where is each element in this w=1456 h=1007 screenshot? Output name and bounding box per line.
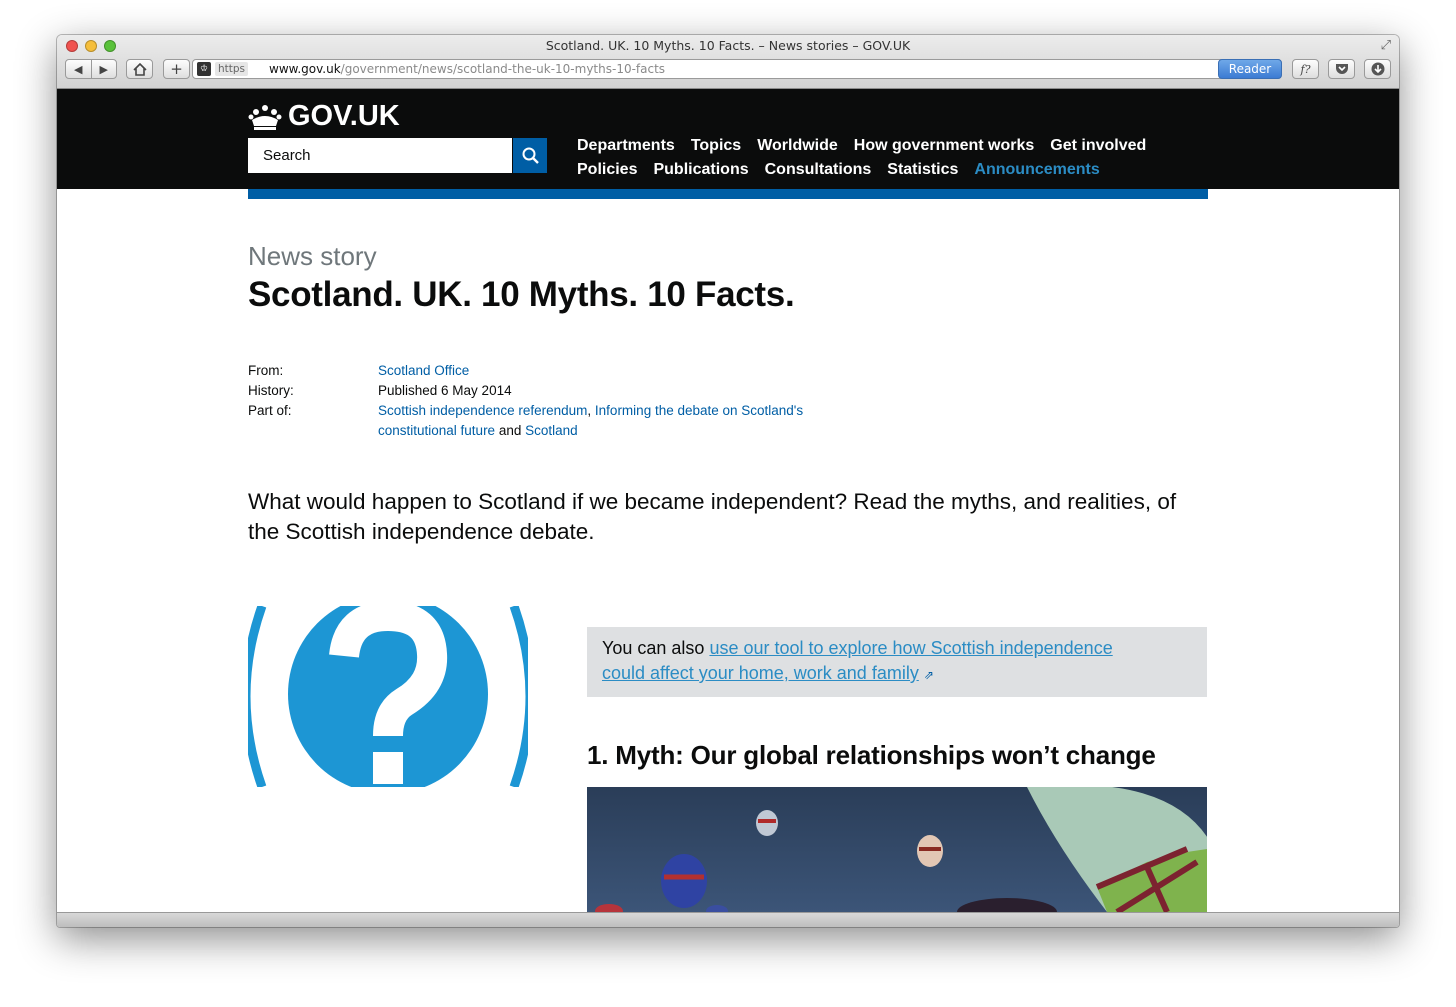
- plus-icon: +: [170, 60, 183, 78]
- hot-air-balloons-image: [587, 787, 1207, 912]
- download-icon: [1371, 62, 1384, 76]
- meta-part-of-row: Part of: Scottish independence referendu…: [248, 401, 828, 441]
- nav-policies[interactable]: Policies: [577, 158, 637, 182]
- part-of-link-debate-1[interactable]: Informing the debate on Scotland's: [595, 403, 803, 418]
- search-icon: [522, 147, 539, 164]
- address-bar[interactable]: ♔ https www.gov.uk/government/news/scotl…: [192, 59, 1282, 79]
- main-nav: Departments Topics Worldwide How governm…: [577, 134, 1146, 182]
- browser-chrome: Scotland. UK. 10 Myths. 10 Facts. – News…: [57, 35, 1399, 89]
- browser-status-bar: [57, 912, 1399, 927]
- fullscreen-icon[interactable]: ⤢: [1381, 38, 1391, 53]
- home-icon: [132, 62, 147, 76]
- back-forward-buttons: ◀ ▶: [65, 59, 117, 79]
- browser-window: Scotland. UK. 10 Myths. 10 Facts. – News…: [57, 35, 1399, 927]
- tool-link-line-2[interactable]: could affect your home, work and family: [602, 663, 919, 683]
- nav-announcements[interactable]: Announcements: [974, 158, 1099, 182]
- meta-from-label: From:: [248, 363, 284, 378]
- search-button[interactable]: [513, 138, 547, 173]
- window-title: Scotland. UK. 10 Myths. 10 Facts. – News…: [545, 38, 911, 53]
- separator: ,: [587, 403, 592, 418]
- meta-from-row: From: Scotland Office: [248, 361, 828, 381]
- download-button[interactable]: [1364, 59, 1391, 79]
- header-blue-bar: [248, 189, 1208, 199]
- nav-row-2: Policies Publications Consultations Stat…: [577, 158, 1146, 182]
- crown-icon: [248, 104, 282, 130]
- meta-history-value: Published 6 May 2014: [378, 383, 512, 398]
- nav-worldwide[interactable]: Worldwide: [757, 134, 838, 158]
- external-link-icon: ⇗: [923, 668, 934, 682]
- from-link[interactable]: Scotland Office: [378, 363, 469, 378]
- callout-box: You can also use our tool to explore how…: [587, 627, 1207, 697]
- and-text: and: [498, 423, 522, 438]
- meta-history-row: History: Published 6 May 2014: [248, 381, 828, 401]
- part-of-link-scotland[interactable]: Scotland: [525, 423, 578, 438]
- page-title: Scotland. UK. 10 Myths. 10 Facts.: [248, 275, 795, 314]
- meta-part-of-label: Part of:: [248, 403, 292, 418]
- url-text: www.gov.uk/government/news/scotland-the-…: [269, 60, 665, 78]
- nav-departments[interactable]: Departments: [577, 134, 675, 158]
- nav-get-involved[interactable]: Get involved: [1050, 134, 1146, 158]
- home-button[interactable]: [126, 59, 153, 79]
- part-of-link-referendum[interactable]: Scottish independence referendum: [378, 403, 587, 418]
- question-mark-icon: [248, 606, 528, 787]
- logo-text: GOV.UK: [288, 100, 400, 132]
- nav-how-government-works[interactable]: How government works: [854, 134, 1034, 158]
- nav-consultations[interactable]: Consultations: [765, 158, 872, 182]
- metadata: From: Scotland Office History: Published…: [248, 361, 828, 441]
- nav-statistics[interactable]: Statistics: [887, 158, 958, 182]
- callout-prefix: You can also: [602, 638, 705, 658]
- govuk-favicon-icon: ♔: [197, 62, 211, 76]
- nav-topics[interactable]: Topics: [691, 134, 741, 158]
- reader-button[interactable]: Reader: [1218, 59, 1282, 79]
- part-of-link-debate-2[interactable]: constitutional future: [378, 423, 495, 438]
- url-path: /government/news/scotland-the-uk-10-myth…: [340, 62, 666, 76]
- lead-paragraph: What would happen to Scotland if we beca…: [248, 489, 1177, 544]
- govuk-logo[interactable]: GOV.UK: [248, 100, 400, 133]
- ext-f-button[interactable]: f?: [1292, 59, 1319, 79]
- f-question-icon: f?: [1300, 62, 1311, 76]
- section-heading: 1. Myth: Our global relationships won’t …: [587, 740, 1156, 770]
- document-type: News story: [248, 241, 377, 271]
- web-page: GOV.UK Search Departments Topics Worldwi…: [57, 89, 1399, 912]
- govuk-header: GOV.UK Search Departments Topics Worldwi…: [57, 89, 1399, 189]
- pocket-icon: [1335, 64, 1348, 74]
- back-arrow-icon[interactable]: ◀: [66, 63, 91, 76]
- pocket-button[interactable]: [1328, 59, 1355, 79]
- https-badge: https: [215, 62, 249, 76]
- nav-publications[interactable]: Publications: [653, 158, 748, 182]
- new-tab-button[interactable]: +: [163, 59, 190, 79]
- meta-history-label: History:: [248, 383, 294, 398]
- tool-link-line-1[interactable]: use our tool to explore how Scottish ind…: [709, 638, 1112, 658]
- url-host: www.gov.uk: [269, 62, 341, 76]
- search-input[interactable]: Search: [248, 138, 512, 173]
- nav-row-1: Departments Topics Worldwide How governm…: [577, 134, 1146, 158]
- forward-arrow-icon[interactable]: ▶: [92, 63, 117, 76]
